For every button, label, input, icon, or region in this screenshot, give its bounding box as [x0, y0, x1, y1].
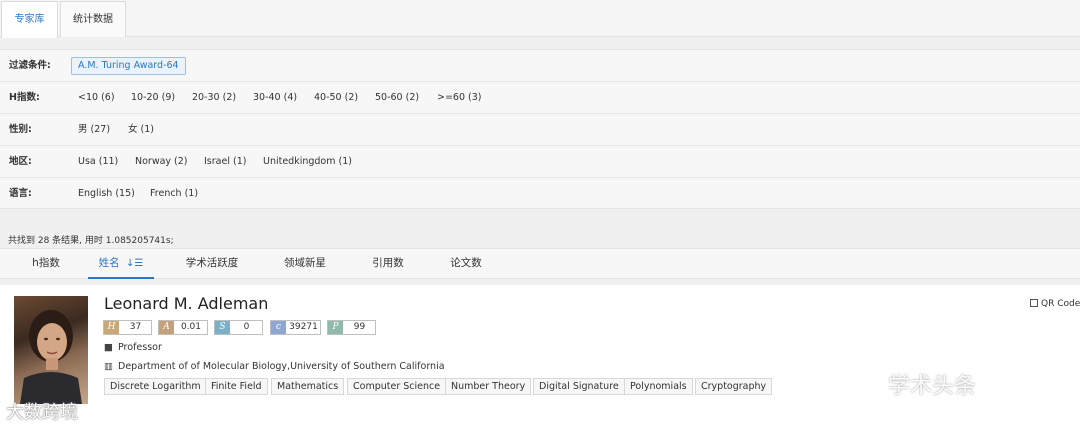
expert-affiliation-row: ▥ Department of of Molecular Biology,Univ…: [104, 361, 445, 372]
filter-option[interactable]: 10-20 (9): [131, 82, 175, 114]
filter-row-region: 地区: Usa (11) Norway (2) Israel (1) Unite…: [0, 146, 1080, 178]
keyword-tag[interactable]: Finite Field: [205, 378, 268, 395]
filter-option[interactable]: Norway (2): [135, 146, 188, 178]
metric-value: 0.01: [180, 322, 202, 332]
metric-activity: A 0.01: [158, 320, 208, 335]
keyword-tag[interactable]: Number Theory: [445, 378, 532, 395]
filter-label: 过滤条件:: [9, 60, 51, 71]
keyword-tag[interactable]: Cryptography: [695, 378, 773, 395]
keyword-tag[interactable]: Digital Signature: [533, 378, 625, 395]
briefcase-icon: ■: [104, 342, 113, 353]
filter-row-condition: 过滤条件: A.M. Turing Award-64: [0, 50, 1080, 82]
keyword-tag[interactable]: Discrete Logarithm: [104, 378, 207, 395]
keyword-tag[interactable]: Mathematics: [271, 378, 345, 395]
sort-tab-papers[interactable]: 论文数: [436, 249, 496, 279]
filter-option[interactable]: 40-50 (2): [314, 82, 358, 114]
tab-expert-library[interactable]: 专家库: [1, 1, 58, 38]
filter-option[interactable]: Usa (11): [78, 146, 118, 178]
metric-sociability: S 0: [214, 320, 263, 335]
filter-label: 地区:: [9, 156, 32, 167]
expert-affiliation: Department of of Molecular Biology,Unive…: [118, 361, 445, 372]
sort-desc-icon: ↓☰: [126, 258, 144, 269]
qr-code-icon: [1030, 299, 1038, 307]
papers-icon: P: [328, 321, 343, 334]
expert-title-row: ■ Professor: [104, 342, 162, 353]
qr-code-label: QR Code: [1041, 299, 1080, 309]
sort-tab-citations[interactable]: 引用数: [358, 249, 418, 279]
filter-row-hindex: H指数: <10 (6) 10-20 (9) 20-30 (2) 30-40 (…: [0, 82, 1080, 114]
sort-tab-activity[interactable]: 学术活跃度: [172, 249, 252, 279]
expert-card: Leonard M. Adleman QR Code H 37 A 0.01 S…: [0, 285, 1080, 430]
keyword-tag[interactable]: Polynomials: [624, 378, 693, 395]
tab-statistics[interactable]: 统计数据: [60, 1, 126, 37]
metric-papers: P 99: [327, 320, 376, 335]
filter-label: 性别:: [9, 124, 32, 135]
top-tab-bar: 专家库 统计数据: [0, 0, 1080, 38]
filter-option[interactable]: French (1): [150, 178, 198, 210]
expert-title: Professor: [118, 342, 162, 353]
expert-photo[interactable]: [14, 296, 88, 404]
sociability-icon: S: [215, 321, 230, 334]
metric-value: 0: [243, 322, 250, 332]
sort-tab-name[interactable]: 姓名 ↓☰: [88, 249, 154, 279]
activity-icon: A: [159, 321, 174, 334]
citations-icon: c: [271, 321, 286, 334]
filter-row-gender: 性别: 男 (27) 女 (1): [0, 114, 1080, 146]
filter-option[interactable]: English (15): [78, 178, 135, 210]
sort-bar: h指数 姓名 ↓☰ 学术活跃度 领域新星 引用数 论文数: [0, 248, 1080, 279]
filter-label: 语言:: [9, 188, 32, 199]
expert-name[interactable]: Leonard M. Adleman: [104, 294, 268, 313]
filter-option[interactable]: 男 (27): [78, 114, 110, 146]
hindex-icon: H: [104, 321, 119, 334]
filter-option[interactable]: 50-60 (2): [375, 82, 419, 114]
metric-value: 99: [353, 322, 366, 332]
sort-tab-label: 姓名: [98, 257, 120, 269]
metric-value: 37: [129, 322, 142, 332]
filter-option[interactable]: Israel (1): [204, 146, 246, 178]
sort-tab-rising-star[interactable]: 领域新星: [270, 249, 340, 279]
filter-option[interactable]: <10 (6): [78, 82, 115, 114]
metric-citations: c 39271: [270, 320, 321, 335]
metric-value: 39271: [289, 322, 318, 332]
filter-option[interactable]: Unitedkingdom (1): [263, 146, 352, 178]
watermark-right: 学术头条: [888, 374, 977, 399]
sort-tab-hindex[interactable]: h指数: [22, 249, 70, 279]
filter-condition-tag[interactable]: A.M. Turing Award-64: [71, 57, 186, 75]
keyword-tag[interactable]: Computer Science: [347, 378, 447, 395]
result-summary: 共找到 28 条结果, 用时 1.085205741s;: [8, 236, 174, 246]
metric-hindex: H 37: [103, 320, 152, 335]
filter-option[interactable]: 女 (1): [128, 114, 154, 146]
filter-panel: 过滤条件: A.M. Turing Award-64 H指数: <10 (6) …: [0, 49, 1080, 209]
filter-option[interactable]: >=60 (3): [437, 82, 482, 114]
institution-icon: ▥: [104, 361, 113, 372]
filter-label: H指数:: [9, 92, 40, 103]
watermark-left: 大数跨境: [6, 402, 78, 423]
qr-code-button[interactable]: QR Code: [1030, 299, 1080, 309]
filter-row-language: 语言: English (15) French (1): [0, 178, 1080, 210]
filter-option[interactable]: 20-30 (2): [192, 82, 236, 114]
filter-option[interactable]: 30-40 (4): [253, 82, 297, 114]
